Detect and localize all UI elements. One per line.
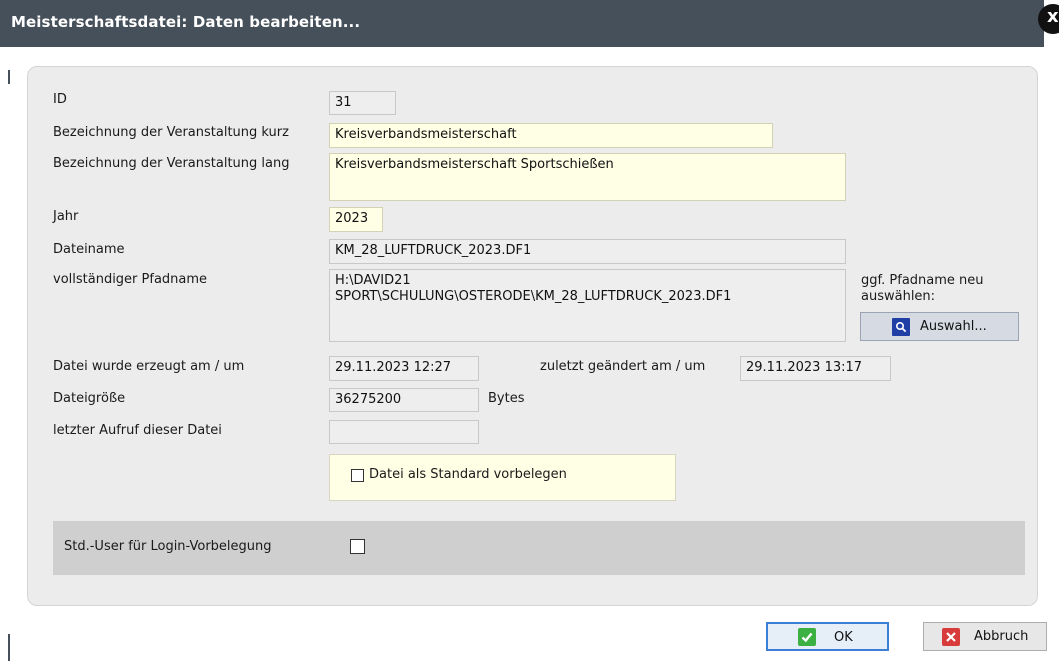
year-input[interactable]: 2023 xyxy=(329,207,383,232)
standard-checkbox-label[interactable]: Datei als Standard vorbelegen xyxy=(369,467,567,482)
filename-label: Dateiname xyxy=(53,242,125,257)
path-select-hint: ggf. Pfadname neu auswählen: xyxy=(861,273,984,304)
id-field: 31 xyxy=(329,91,396,115)
close-icon xyxy=(942,628,960,646)
login-default-checkbox[interactable] xyxy=(350,539,365,554)
short-name-input[interactable]: Kreisverbandsmeisterschaft xyxy=(329,123,773,148)
check-icon xyxy=(798,628,816,646)
path-select-button[interactable]: Auswahl... xyxy=(860,312,1019,341)
ok-button-label: OK xyxy=(834,630,853,645)
cancel-button-label: Abbruch xyxy=(974,629,1029,644)
path-select-button-label: Auswahl... xyxy=(920,319,987,334)
search-icon xyxy=(892,318,910,336)
modified-label: zuletzt geändert am / um xyxy=(540,359,706,374)
year-label: Jahr xyxy=(53,209,79,224)
full-path-field: H:\DAVID21 SPORT\SCHULUNG\OSTERODE\KM_28… xyxy=(329,269,846,342)
size-unit: Bytes xyxy=(488,391,525,406)
created-field: 29.11.2023 12:27 xyxy=(329,356,479,381)
full-path-label: vollständiger Pfadname xyxy=(53,272,208,287)
login-default-label: Std.-User für Login-Vorbelegung xyxy=(64,539,272,554)
id-label: ID xyxy=(53,92,67,107)
window-edge-mark xyxy=(8,634,10,661)
size-label: Dateigröße xyxy=(53,391,126,406)
ok-button[interactable]: OK xyxy=(766,622,889,651)
window-edge-mark xyxy=(8,70,10,84)
long-name-input[interactable]: Kreisverbandsmeisterschaft Sportschießen xyxy=(329,153,846,201)
modified-field: 29.11.2023 13:17 xyxy=(740,356,891,381)
long-name-label: Bezeichnung der Veranstaltung lang xyxy=(53,156,290,171)
dialog-titlebar: Meisterschaftsdatei: Daten bearbeiten... xyxy=(0,0,1044,47)
filename-field: KM_28_LUFTDRUCK_2023.DF1 xyxy=(329,239,846,264)
last-access-label: letzter Aufruf dieser Datei xyxy=(53,423,222,438)
dialog-title: Meisterschaftsdatei: Daten bearbeiten... xyxy=(11,13,361,31)
last-access-field xyxy=(329,420,479,444)
cancel-button[interactable]: Abbruch xyxy=(923,622,1047,651)
created-label: Datei wurde erzeugt am / um xyxy=(53,359,245,374)
size-field: 36275200 xyxy=(329,388,479,412)
standard-checkbox[interactable] xyxy=(351,469,364,482)
short-name-label: Bezeichnung der Veranstaltung kurz xyxy=(53,125,289,140)
